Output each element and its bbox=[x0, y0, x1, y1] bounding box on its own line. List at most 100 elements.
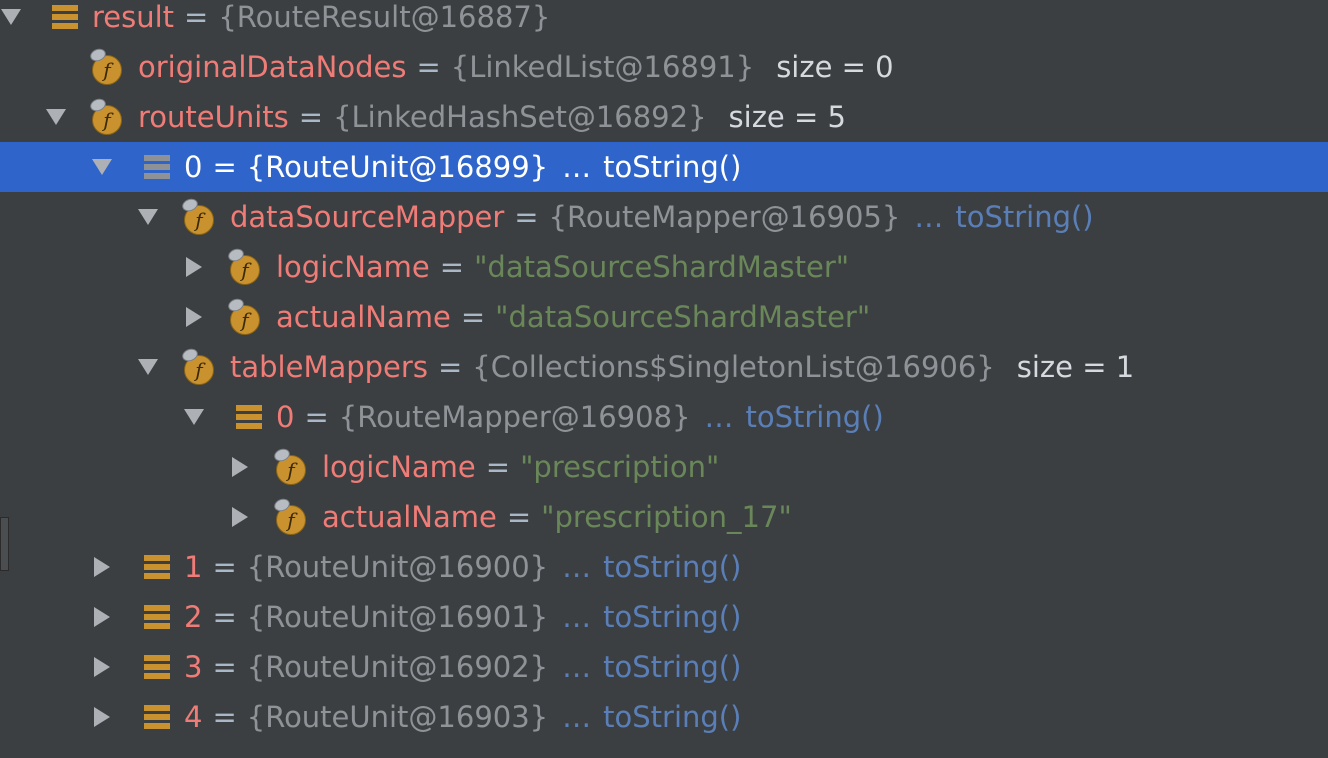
tree-row-result[interactable]: result = {RouteResult@16887} bbox=[0, 0, 1328, 42]
equals-sign: = bbox=[304, 400, 329, 434]
equals-sign: = bbox=[212, 650, 237, 684]
ellipsis: … bbox=[562, 650, 592, 684]
equals-sign: = bbox=[416, 50, 441, 84]
variable-name: 0 bbox=[184, 150, 203, 184]
tree-row-actualName[interactable]: f actualName = "prescription_17" bbox=[0, 492, 1328, 542]
ellipsis: … bbox=[562, 600, 592, 634]
debugger-variables-tree: result = {RouteResult@16887} f originalD… bbox=[0, 0, 1328, 758]
collapse-arrow-icon[interactable] bbox=[137, 356, 159, 378]
variable-name: logicName bbox=[276, 250, 430, 284]
tostring-link[interactable]: toString() bbox=[603, 650, 741, 684]
variable-name: actualName bbox=[322, 500, 497, 534]
variable-value: {RouteUnit@16901} bbox=[246, 600, 549, 634]
tree-row-logicName[interactable]: f logicName = "dataSourceShardMaster" bbox=[0, 242, 1328, 292]
variable-value: {RouteUnit@16899} bbox=[246, 150, 549, 184]
equals-sign: = bbox=[298, 100, 324, 134]
variable-name: 1 bbox=[184, 550, 203, 584]
tree-row-originalDataNodes[interactable]: f originalDataNodes = {LinkedList@16891}… bbox=[0, 42, 1328, 92]
field-icon: f bbox=[272, 446, 310, 485]
size-label: size = 5 bbox=[728, 100, 846, 134]
tostring-link[interactable]: toString() bbox=[745, 400, 883, 434]
tree-row-dataSourceMapper[interactable]: f dataSourceMapper = {RouteMapper@16905}… bbox=[0, 192, 1328, 242]
array-element-icon bbox=[236, 402, 262, 432]
array-element-icon bbox=[144, 652, 170, 682]
variable-name: dataSourceMapper bbox=[230, 200, 505, 234]
variable-name: 0 bbox=[276, 400, 295, 434]
equals-sign: = bbox=[506, 500, 532, 534]
collapse-arrow-icon[interactable] bbox=[91, 156, 113, 178]
ellipsis: … bbox=[914, 200, 944, 234]
expand-arrow-icon[interactable] bbox=[229, 506, 251, 528]
field-icon: f bbox=[272, 496, 310, 535]
variable-value: {LinkedList@16891} bbox=[450, 50, 755, 84]
variable-name: 2 bbox=[184, 600, 203, 634]
field-icon: f bbox=[226, 246, 264, 285]
variable-value: {RouteResult@16887} bbox=[218, 0, 551, 34]
variable-name: 3 bbox=[184, 650, 203, 684]
tostring-link[interactable]: toString() bbox=[603, 550, 741, 584]
variable-value: {RouteUnit@16902} bbox=[246, 650, 549, 684]
ellipsis: … bbox=[562, 700, 592, 734]
string-value: "dataSourceShardMaster" bbox=[495, 300, 871, 334]
expand-arrow-icon[interactable] bbox=[91, 606, 113, 628]
equals-sign: = bbox=[212, 600, 237, 634]
field-icon: f bbox=[226, 296, 264, 335]
string-value: "prescription_17" bbox=[541, 500, 792, 534]
tree-row-routemapper-0[interactable]: 0 = {RouteMapper@16908} … toString() bbox=[0, 392, 1328, 442]
expand-arrow-icon[interactable] bbox=[183, 306, 205, 328]
tree-row-routeunit-0[interactable]: 0 = {RouteUnit@16899} … toString() bbox=[0, 142, 1328, 192]
equals-sign: = bbox=[212, 150, 237, 184]
variable-name: 4 bbox=[184, 700, 203, 734]
expand-arrow-icon[interactable] bbox=[229, 456, 251, 478]
string-value: "dataSourceShardMaster" bbox=[474, 250, 850, 284]
tree-row-routeunit-3[interactable]: 3 = {RouteUnit@16902} … toString() bbox=[0, 642, 1328, 692]
tree-row-logicName[interactable]: f logicName = "prescription" bbox=[0, 442, 1328, 492]
tree-row-routeunit-1[interactable]: 1 = {RouteUnit@16900} … toString() bbox=[0, 542, 1328, 592]
expand-arrow-icon[interactable] bbox=[91, 656, 113, 678]
collapse-arrow-icon[interactable] bbox=[0, 6, 22, 28]
field-icon: f bbox=[180, 196, 218, 235]
expand-arrow-icon[interactable] bbox=[91, 706, 113, 728]
equals-sign: = bbox=[439, 250, 465, 284]
equals-sign: = bbox=[437, 350, 463, 384]
variable-value: {RouteMapper@16905} bbox=[548, 200, 901, 234]
expand-arrow-icon[interactable] bbox=[183, 256, 205, 278]
tostring-link[interactable]: toString() bbox=[955, 200, 1093, 234]
equals-sign: = bbox=[485, 450, 511, 484]
size-label: size = 1 bbox=[1016, 350, 1135, 384]
tostring-link[interactable]: toString() bbox=[603, 150, 741, 184]
tree-row-tableMappers[interactable]: f tableMappers = {Collections$SingletonL… bbox=[0, 342, 1328, 392]
array-element-icon bbox=[144, 552, 170, 582]
tree-row-routeunit-4[interactable]: 4 = {RouteUnit@16903} … toString() bbox=[0, 692, 1328, 742]
collapse-arrow-icon[interactable] bbox=[45, 106, 67, 128]
collapse-arrow-icon[interactable] bbox=[137, 206, 159, 228]
tree-row-routeunit-2[interactable]: 2 = {RouteUnit@16901} … toString() bbox=[0, 592, 1328, 642]
variable-value: {RouteUnit@16903} bbox=[246, 700, 549, 734]
variable-name: tableMappers bbox=[230, 350, 428, 384]
collapse-arrow-icon[interactable] bbox=[183, 406, 205, 428]
string-value: "prescription" bbox=[520, 450, 720, 484]
variable-name: originalDataNodes bbox=[138, 50, 407, 84]
field-icon: f bbox=[180, 346, 218, 385]
variable-name: actualName bbox=[276, 300, 451, 334]
field-icon: f bbox=[88, 96, 126, 135]
equals-sign: = bbox=[514, 200, 539, 234]
ellipsis: … bbox=[562, 550, 592, 584]
expand-arrow-icon[interactable] bbox=[91, 556, 113, 578]
variable-name: routeUnits bbox=[138, 100, 289, 134]
tree-row-routeUnits[interactable]: f routeUnits = {LinkedHashSet@16892} siz… bbox=[0, 92, 1328, 142]
variable-value: {RouteMapper@16908} bbox=[338, 400, 691, 434]
equals-sign: = bbox=[184, 0, 209, 34]
tostring-link[interactable]: toString() bbox=[603, 600, 741, 634]
panel-edge-handle[interactable] bbox=[0, 517, 9, 571]
ellipsis: … bbox=[562, 150, 592, 184]
array-element-icon bbox=[52, 2, 78, 32]
variable-name: logicName bbox=[322, 450, 476, 484]
array-element-icon bbox=[144, 152, 170, 182]
variable-name: result bbox=[92, 0, 175, 34]
tostring-link[interactable]: toString() bbox=[603, 700, 741, 734]
ellipsis: … bbox=[704, 400, 734, 434]
array-element-icon bbox=[144, 602, 170, 632]
tree-row-actualName[interactable]: f actualName = "dataSourceShardMaster" bbox=[0, 292, 1328, 342]
field-icon: f bbox=[88, 46, 126, 85]
